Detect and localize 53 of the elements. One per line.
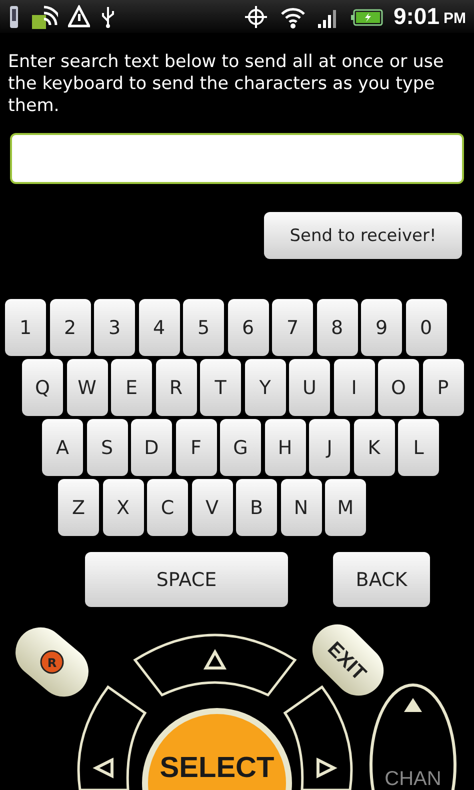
up-button[interactable] (134, 634, 296, 696)
keyboard-key[interactable]: V (192, 479, 232, 536)
keyboard-key[interactable]: H (264, 419, 306, 476)
keyboard-key[interactable]: 5 (183, 299, 224, 356)
keyboard-key[interactable]: I (334, 359, 374, 416)
keyboard-key[interactable]: K (354, 419, 394, 476)
keyboard-key[interactable]: 3 (94, 299, 135, 356)
send-button[interactable]: Send to receiver! (264, 212, 462, 259)
keyboard-key[interactable]: T (200, 359, 241, 416)
keyboard-key[interactable]: 9 (361, 299, 402, 356)
keyboard-key[interactable]: 2 (50, 299, 90, 356)
keyboard-key[interactable]: P (422, 359, 464, 416)
keyboard-key[interactable]: 6 (228, 299, 268, 356)
clock-time: 9:01 (393, 3, 440, 30)
keyboard-key[interactable]: 1 (5, 299, 46, 356)
keyboard-key[interactable]: B (236, 479, 277, 536)
keyboard-key[interactable]: 7 (272, 299, 313, 356)
select-button[interactable]: SELECT (142, 708, 292, 790)
keyboard-key[interactable]: F (176, 419, 216, 476)
warning-icon (68, 4, 90, 29)
keyboard-key[interactable]: X (102, 479, 144, 536)
keyboard-key[interactable]: M (325, 479, 366, 536)
keyboard-key[interactable]: N (280, 479, 322, 536)
channel-up-button[interactable]: CHAN (370, 684, 456, 790)
instructions-text: Enter search text below to send all at once or use the keyboard to send the characters as you type them. (8, 51, 445, 118)
keyboard-key[interactable]: 0 (406, 299, 446, 356)
keyboard-key[interactable]: L (398, 419, 439, 476)
keyboard-key[interactable]: Z (58, 479, 99, 536)
keyboard-key[interactable]: A (42, 419, 83, 476)
keyboard-key[interactable]: G (220, 419, 261, 476)
right-button[interactable] (284, 686, 353, 790)
keyboard-key[interactable]: 4 (138, 299, 180, 356)
left-button[interactable] (77, 686, 146, 790)
keyboard-key[interactable]: S (86, 419, 128, 476)
keyboard-key[interactable]: U (289, 359, 330, 416)
search-text-field[interactable] (10, 133, 464, 184)
clock-period: PM (444, 10, 466, 28)
keyboard-key[interactable]: D (131, 419, 172, 476)
space-key[interactable]: SPACE (85, 552, 288, 607)
keyboard-key[interactable]: O (378, 359, 419, 416)
back-key[interactable]: BACK (333, 552, 430, 607)
keyboard-key[interactable]: C (147, 479, 188, 536)
keyboard-key[interactable]: E (111, 359, 152, 416)
gps-icon (243, 4, 270, 29)
android-wireless-icon (30, 4, 58, 29)
keyboard-key[interactable]: J (309, 419, 350, 476)
keyboard-key[interactable]: Y (244, 359, 286, 416)
usb-icon (100, 4, 116, 29)
keyboard-key[interactable]: Q (22, 359, 63, 416)
keyboard-key[interactable]: W (66, 359, 108, 416)
keyboard-key[interactable]: 8 (316, 299, 358, 356)
keyboard-key[interactable]: R (156, 359, 196, 416)
phone-icon (8, 4, 20, 29)
